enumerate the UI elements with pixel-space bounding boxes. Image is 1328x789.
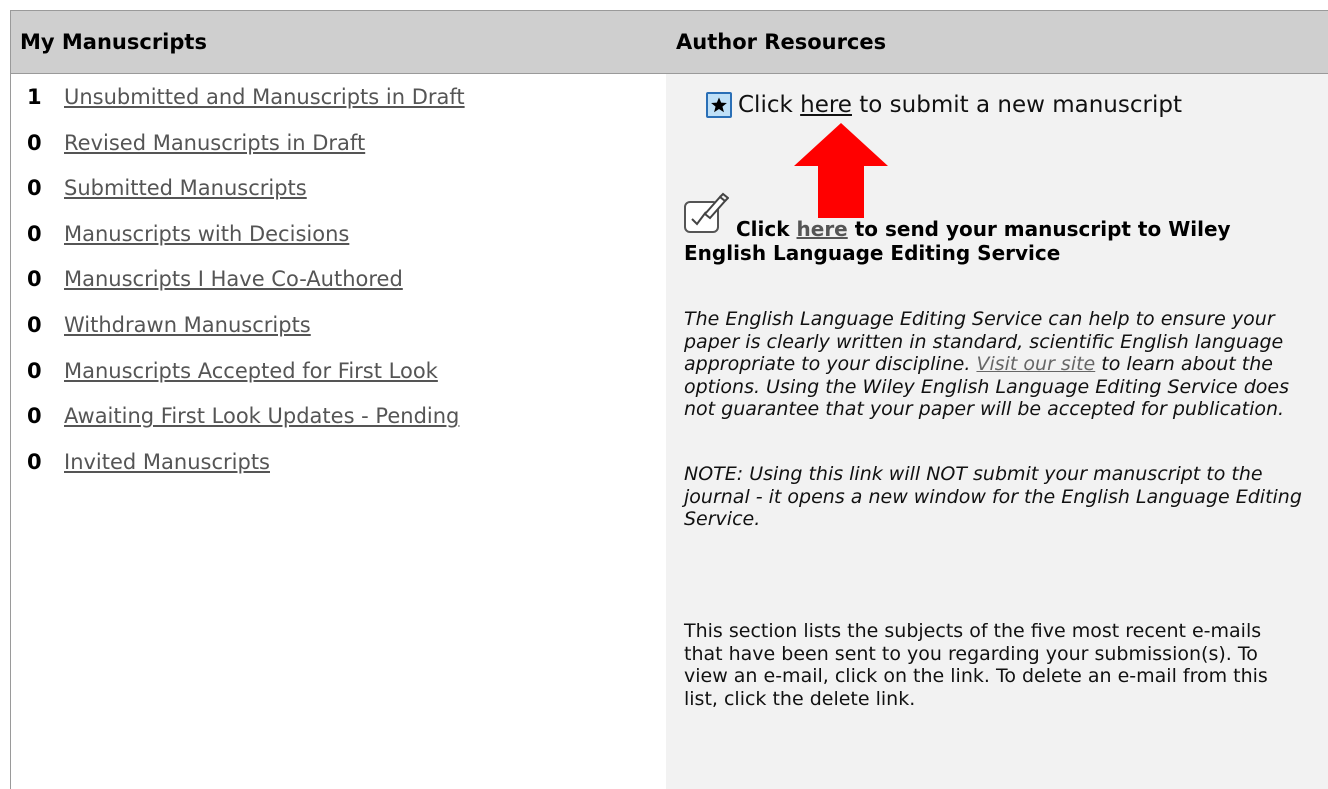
list-item: 1 Unsubmitted and Manuscripts in Draft <box>27 85 465 131</box>
recent-emails-description: This section lists the subjects of the f… <box>684 620 1268 710</box>
star-icon <box>706 92 732 118</box>
revised-drafts-link[interactable]: Revised Manuscripts in Draft <box>64 131 365 155</box>
list-item: 0 Withdrawn Manuscripts <box>27 313 465 359</box>
submit-prefix-text: Click <box>738 92 801 118</box>
list-item: 0 Manuscripts with Decisions <box>27 222 465 268</box>
co-authored-manuscripts-link[interactable]: Manuscripts I Have Co-Authored <box>64 267 403 291</box>
submit-new-manuscript-row: Click here to submit a new manuscript <box>706 92 1182 118</box>
manuscript-count: 0 <box>27 358 42 383</box>
manuscript-count: 0 <box>27 449 42 474</box>
my-manuscripts-header: My Manuscripts <box>11 10 666 74</box>
dashboard-frame: My Manuscripts 1 Unsubmitted and Manuscr… <box>0 0 1328 789</box>
submit-suffix-text: to submit a new manuscript <box>851 92 1182 118</box>
withdrawn-manuscripts-link[interactable]: Withdrawn Manuscripts <box>64 313 311 337</box>
editing-service-description: The English Language Editing Service can… <box>684 308 1304 421</box>
wiley-prefix-text: Click <box>736 217 797 241</box>
my-manuscripts-panel: My Manuscripts 1 Unsubmitted and Manuscr… <box>10 10 667 789</box>
manuscript-count: 0 <box>27 176 42 201</box>
visit-our-site-link[interactable]: Visit our site <box>976 353 1095 375</box>
submitted-manuscripts-link[interactable]: Submitted Manuscripts <box>64 176 307 200</box>
list-item: 0 Invited Manuscripts <box>27 450 465 496</box>
manuscripts-with-decisions-link[interactable]: Manuscripts with Decisions <box>64 222 349 246</box>
manuscript-count: 0 <box>27 404 42 429</box>
wiley-editing-heading: Click here to send your manuscript to Wi… <box>684 217 1294 265</box>
manuscript-count: 0 <box>27 312 42 337</box>
author-resources-header: Author Resources <box>666 10 1328 74</box>
manuscript-count: 0 <box>27 267 42 292</box>
list-item: 0 Manuscripts I Have Co-Authored <box>27 267 465 313</box>
editing-service-note: NOTE: Using this link will NOT submit yo… <box>684 463 1302 530</box>
unsubmitted-drafts-link[interactable]: Unsubmitted and Manuscripts in Draft <box>64 85 465 109</box>
list-item: 0 Manuscripts Accepted for First Look <box>27 359 465 405</box>
list-item: 0 Submitted Manuscripts <box>27 176 465 222</box>
list-item: 0 Awaiting First Look Updates - Pending <box>27 404 465 450</box>
author-resources-panel: Author Resources Click here to submit a … <box>666 10 1328 789</box>
submit-new-manuscript-link[interactable]: here <box>800 92 852 118</box>
first-look-pending-link[interactable]: Awaiting First Look Updates - Pending <box>64 404 459 428</box>
red-arrow-icon <box>794 123 888 218</box>
manuscript-status-list: 1 Unsubmitted and Manuscripts in Draft 0… <box>27 85 465 495</box>
first-look-accepted-link[interactable]: Manuscripts Accepted for First Look <box>64 359 438 383</box>
manuscript-count: 0 <box>27 221 42 246</box>
manuscript-count: 1 <box>27 85 42 109</box>
list-item: 0 Revised Manuscripts in Draft <box>27 131 465 177</box>
invited-manuscripts-link[interactable]: Invited Manuscripts <box>64 450 270 474</box>
wiley-editing-link[interactable]: here <box>797 217 848 241</box>
manuscript-count: 0 <box>27 130 42 155</box>
